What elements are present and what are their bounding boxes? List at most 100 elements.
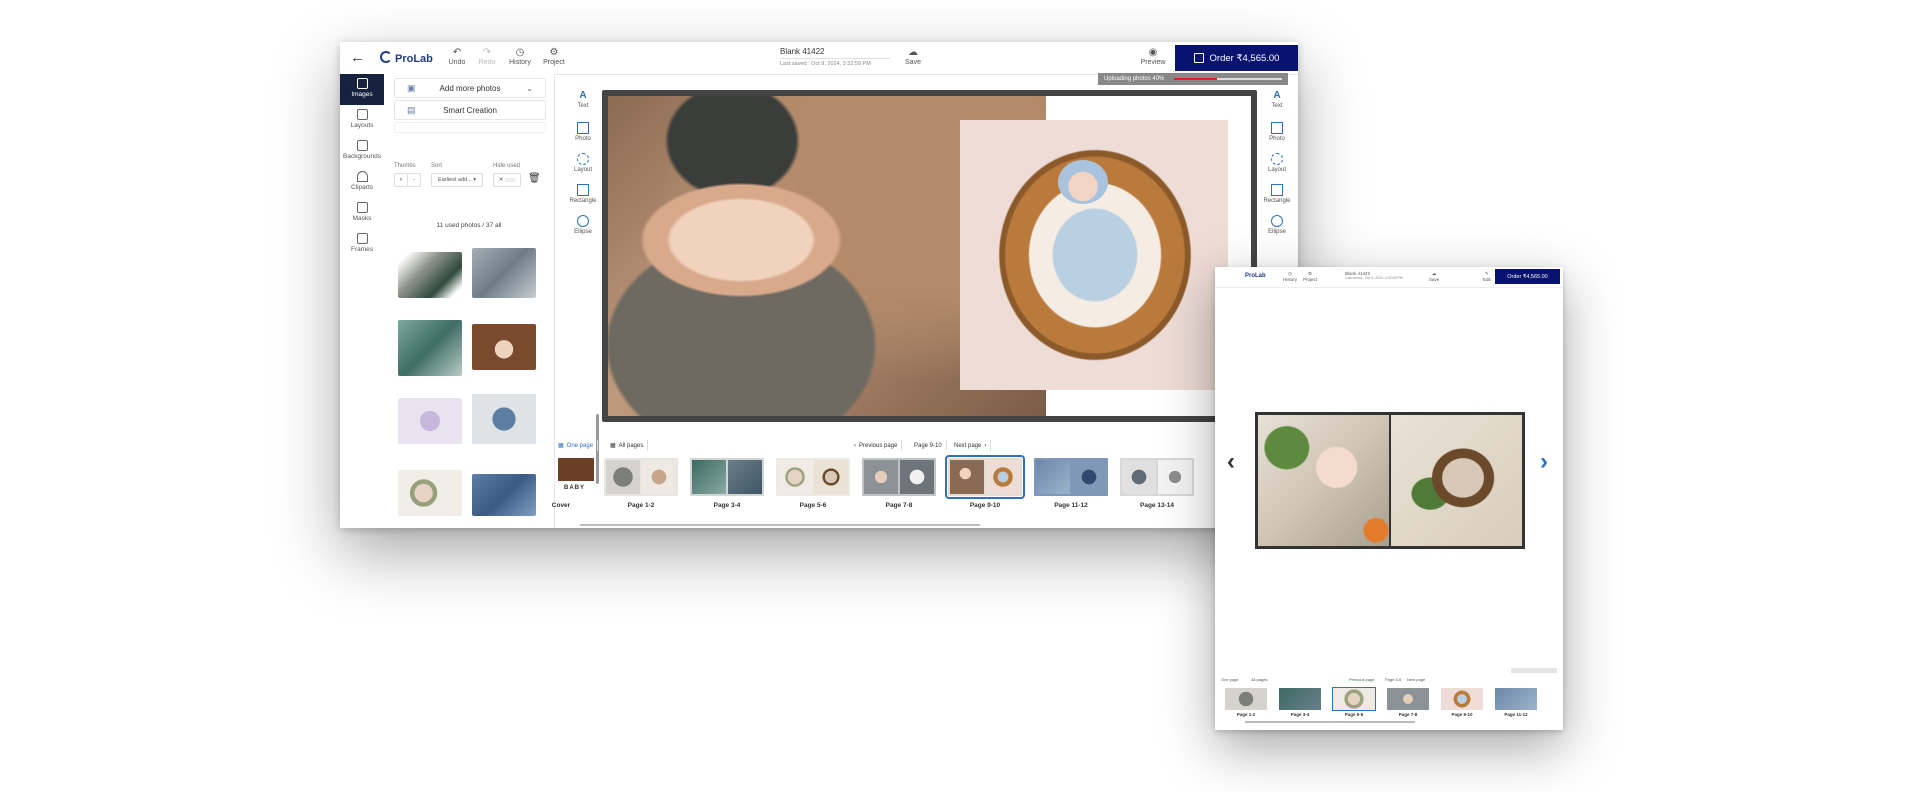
project-label: Project xyxy=(1303,277,1318,282)
preview-spread xyxy=(1255,412,1525,549)
search-bar[interactable] xyxy=(394,122,546,133)
text-tool[interactable]: A Text xyxy=(1262,91,1292,119)
photo-thumb[interactable] xyxy=(398,320,462,376)
mini-page-thumb[interactable] xyxy=(1279,688,1321,710)
zoom-in-button[interactable]: ⌕ xyxy=(394,173,408,187)
nav-layouts[interactable]: Layouts xyxy=(340,105,384,136)
top-toolbar: ← ProLab ↶ Undo ↷ Redo ◷ History ⚙ Project B… xyxy=(340,42,1298,75)
nav-backgrounds[interactable]: Backgrounds xyxy=(340,136,384,167)
back-arrow-icon[interactable]: ← xyxy=(350,49,365,66)
redo-label: Redo xyxy=(478,59,496,66)
page-thumb-11-12[interactable] xyxy=(1034,458,1108,496)
mini-project-button[interactable]: ⚙ Project xyxy=(1303,271,1317,282)
mini-page-thumb[interactable] xyxy=(1387,688,1429,710)
zoom-out-button[interactable]: - xyxy=(407,173,421,187)
preview-window: ProLab ◷ History ⚙ Project Blank 41422 Last… xyxy=(1215,267,1563,730)
ellipse-tool[interactable]: Ellipse xyxy=(1262,215,1292,243)
mini-page-thumb[interactable] xyxy=(1441,688,1483,710)
page-thumb-1-2[interactable] xyxy=(604,458,678,496)
nav-frames[interactable]: Frames xyxy=(340,229,384,260)
photo-thumb[interactable] xyxy=(398,470,462,516)
layout-tool[interactable]: Layout xyxy=(1262,153,1292,181)
photo-thumb[interactable] xyxy=(472,248,536,298)
sort-select[interactable]: Earliest add... ▾ xyxy=(431,173,483,187)
nav-cliparts[interactable]: Cliparts xyxy=(340,167,384,198)
mini-history-button[interactable]: ◷ History xyxy=(1283,271,1297,282)
upload-progress-fill xyxy=(1174,78,1218,80)
smart-creation-label: Smart Creation xyxy=(443,105,497,115)
rectangle-tool[interactable]: Rectangle xyxy=(568,184,598,212)
nav-images[interactable]: Images xyxy=(340,74,384,105)
nav-masks[interactable]: Masks xyxy=(340,198,384,229)
project-title-field[interactable]: Blank 41422 xyxy=(780,47,890,59)
all-pages-button[interactable]: ▦ All pages xyxy=(606,440,649,451)
tool-label: Layout xyxy=(1267,167,1286,173)
preview-right-photo xyxy=(1391,415,1522,546)
bag-icon xyxy=(1193,53,1204,63)
trash-icon[interactable]: 🗑 xyxy=(528,173,541,184)
smart-creation-button[interactable]: ▤ Smart Creation xyxy=(394,100,546,120)
sort-label: Sort xyxy=(431,163,443,169)
edit-label: Edit xyxy=(1483,277,1491,282)
tool-label: Ellipse xyxy=(1268,229,1286,235)
page-thumb-7-8[interactable] xyxy=(862,458,936,496)
last-saved-text: Last saved : Oct 9, 2024, 3:32:59 PM xyxy=(780,61,871,67)
previous-page-button[interactable]: ‹ Previous page xyxy=(850,440,903,451)
page-thumb-3-4[interactable] xyxy=(690,458,764,496)
hide-used-toggle[interactable]: ✕ xyxy=(493,173,521,187)
add-more-photos-button[interactable]: ▣ Add more photos ⌄ xyxy=(394,78,546,98)
history-button[interactable]: ◷ History xyxy=(503,47,537,66)
chevron-left-icon: ‹ xyxy=(854,442,856,449)
photo-thumb[interactable] xyxy=(398,252,462,298)
page-label: Page 5-6 xyxy=(799,502,827,509)
photo-thumb[interactable] xyxy=(472,474,536,516)
mini-status-pill xyxy=(1511,668,1557,673)
mini-page-thumb[interactable] xyxy=(1495,688,1537,710)
text-tool[interactable]: A Text xyxy=(568,91,598,119)
tool-label: Photo xyxy=(575,136,591,142)
nav-label: Cliparts xyxy=(350,184,374,191)
redo-button[interactable]: ↷ Redo xyxy=(470,47,504,66)
mini-page-label: Page 11-12 xyxy=(1504,712,1528,717)
photo-tool[interactable]: Photo xyxy=(568,122,598,150)
photo-thumb[interactable] xyxy=(398,398,462,444)
preview-button[interactable]: ◉ Preview xyxy=(1136,47,1170,66)
ellipse-tool[interactable]: Ellipse xyxy=(568,215,598,243)
mini-page-thumb[interactable] xyxy=(1332,687,1376,711)
photo-tool[interactable]: Photo xyxy=(1262,122,1292,150)
nav-label: Frames xyxy=(350,246,374,253)
upload-progress-track xyxy=(1174,78,1282,80)
page-label: Page 7-8 xyxy=(885,502,913,509)
page-thumb-9-10[interactable] xyxy=(945,455,1025,499)
eye-icon: ◉ xyxy=(1148,47,1158,58)
chevron-right-icon[interactable]: › xyxy=(1540,448,1548,476)
page-thumb-5-6[interactable] xyxy=(776,458,850,496)
project-title-block: Blank 41422 Last saved : Oct 9, 2024, 3:… xyxy=(780,47,900,67)
photo-thumb[interactable] xyxy=(472,324,536,370)
order-button[interactable]: Order ₹4,565.00 xyxy=(1175,45,1298,71)
magnifier-minus-icon: - xyxy=(413,177,415,183)
mini-edit-button[interactable]: ✎ Edit xyxy=(1483,271,1491,282)
page-label: Page 1-2 xyxy=(627,502,655,509)
history-label: History xyxy=(1283,277,1298,282)
photo-icon xyxy=(1271,122,1283,134)
mini-strip-scrollbar[interactable] xyxy=(1245,721,1415,723)
heart-bowl-photo[interactable] xyxy=(960,120,1228,390)
mini-order-button[interactable]: Order ₹4,565.00 xyxy=(1495,269,1560,284)
photo-count: 11 used photos / 37 all xyxy=(436,222,502,229)
page-spread xyxy=(602,90,1257,422)
strip-scrollbar[interactable] xyxy=(580,524,980,526)
layout-tool[interactable]: Layout xyxy=(568,153,598,181)
page-thumb-13-14[interactable] xyxy=(1120,458,1194,496)
one-page-button[interactable]: ▦ One page xyxy=(554,440,599,451)
mini-page-thumb[interactable] xyxy=(1225,688,1267,710)
chevron-left-icon[interactable]: ‹ xyxy=(1227,448,1235,476)
project-button[interactable]: ⚙ Project xyxy=(537,47,571,66)
rectangle-tool[interactable]: Rectangle xyxy=(1262,184,1292,212)
mini-save-button[interactable]: ☁ Save xyxy=(1429,271,1439,282)
photo-thumb[interactable] xyxy=(472,394,536,444)
save-button[interactable]: ☁ Save xyxy=(896,47,930,66)
page-thumb-cover[interactable]: BABY xyxy=(558,458,594,496)
next-page-button[interactable]: Next page › xyxy=(950,440,992,451)
undo-button[interactable]: ↶ Undo xyxy=(440,47,474,66)
